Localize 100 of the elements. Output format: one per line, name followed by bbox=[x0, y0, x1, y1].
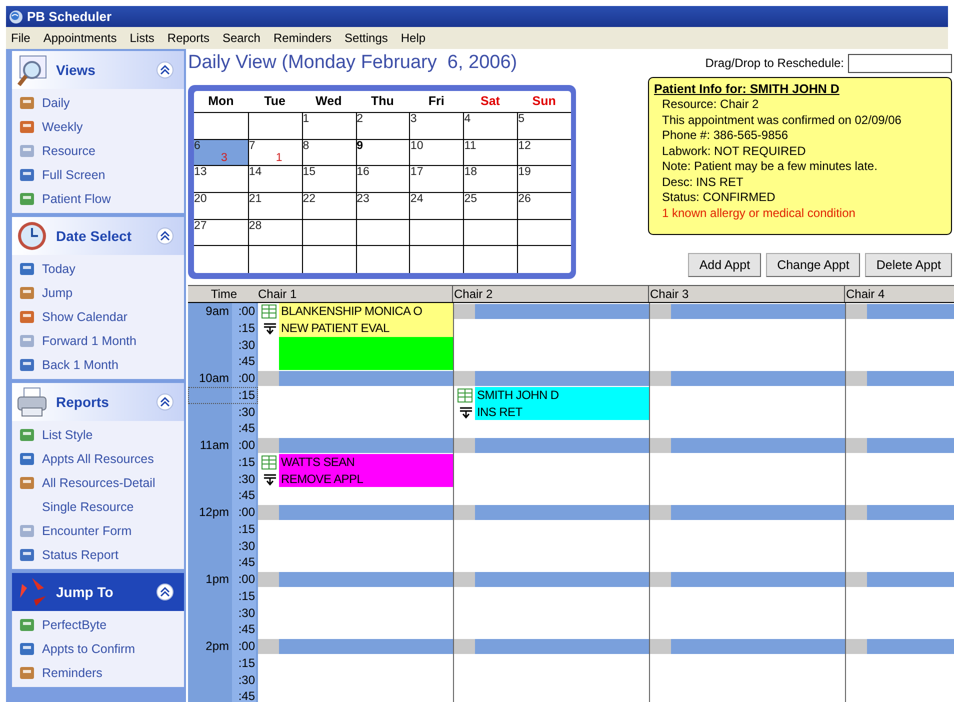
sidebar-item[interactable]: Show Calendar bbox=[42, 308, 128, 326]
calendar-day[interactable]: 11 bbox=[463, 140, 518, 166]
sidebar-item[interactable]: Today bbox=[42, 260, 76, 278]
time-slot[interactable]: :30 bbox=[188, 672, 258, 688]
time-slot[interactable]: 2pm :00 bbox=[188, 638, 258, 655]
calendar-day[interactable]: 5 bbox=[517, 113, 571, 140]
sidebar-item[interactable]: PerfectByte bbox=[42, 616, 107, 634]
calendar-day[interactable]: 9 bbox=[356, 140, 410, 166]
menu-item[interactable]: Reminders bbox=[273, 29, 332, 47]
time-slot[interactable]: :45 bbox=[188, 420, 258, 437]
sidebar-item[interactable]: All Resources-Detail bbox=[42, 474, 156, 492]
sidebar-item[interactable]: Appts to Confirm bbox=[42, 640, 136, 658]
sidebar-item[interactable]: Encounter Form bbox=[42, 522, 132, 540]
sidebar-item[interactable]: Forward 1 Month bbox=[42, 332, 136, 350]
calendar-day[interactable]: 27 bbox=[194, 220, 248, 246]
calendar-day[interactable] bbox=[409, 220, 464, 246]
calendar-day[interactable]: 13 bbox=[194, 166, 248, 193]
calendar-day[interactable]: 6 3 bbox=[194, 140, 248, 166]
time-slot[interactable]: :15 bbox=[188, 320, 258, 336]
sidebar-item[interactable]: Single Resource bbox=[42, 498, 134, 516]
sidebar-item[interactable]: Back 1 Month bbox=[42, 356, 118, 374]
calendar-day[interactable] bbox=[463, 220, 518, 246]
time-slot[interactable]: 1pm :00 bbox=[188, 571, 258, 588]
calendar-day[interactable] bbox=[356, 220, 410, 246]
calendar-day[interactable]: 14 bbox=[248, 166, 302, 193]
day-number: 7 bbox=[248, 140, 256, 153]
menu-item[interactable]: Appointments bbox=[43, 29, 117, 47]
calendar-day[interactable] bbox=[356, 246, 410, 273]
slot-gutter bbox=[650, 505, 671, 520]
section-header[interactable]: Jump To bbox=[12, 573, 184, 611]
time-slot[interactable]: 12pm :00 bbox=[188, 504, 258, 521]
sidebar-item[interactable]: Weekly bbox=[42, 118, 83, 136]
time-slot[interactable]: 9am :00 bbox=[188, 303, 258, 320]
time-slot[interactable]: :30 bbox=[188, 470, 258, 488]
time-slot[interactable]: :30 bbox=[188, 404, 258, 420]
calendar-day[interactable]: 23 bbox=[356, 192, 410, 220]
calendar-day[interactable] bbox=[517, 220, 571, 246]
sidebar-item[interactable]: Full Screen bbox=[42, 166, 106, 184]
calendar-day[interactable] bbox=[302, 220, 356, 246]
toolbar-button[interactable]: Delete Appt bbox=[865, 253, 952, 277]
time-slot[interactable]: 10am :00 bbox=[188, 370, 258, 387]
time-slot[interactable]: :45 bbox=[188, 621, 258, 638]
toolbar-button[interactable]: Add Appt bbox=[688, 253, 762, 277]
menu-item[interactable]: File bbox=[11, 29, 30, 47]
sidebar-item[interactable]: Jump bbox=[42, 284, 73, 302]
calendar-day[interactable]: 1 bbox=[302, 113, 356, 140]
toolbar-button[interactable]: Change Appt bbox=[766, 253, 860, 277]
time-slot[interactable]: :45 bbox=[188, 688, 258, 702]
time-slot[interactable]: :15 bbox=[188, 386, 258, 404]
minute-label: :00 bbox=[232, 504, 256, 521]
slot-gutter bbox=[454, 304, 475, 319]
menu-item[interactable]: Lists bbox=[130, 29, 154, 47]
info-line: Status: CONFIRMED bbox=[661, 190, 776, 206]
menu-item[interactable]: Settings bbox=[344, 29, 388, 47]
drop-field[interactable] bbox=[848, 54, 952, 72]
section-header[interactable]: Views bbox=[12, 51, 184, 89]
calendar-day[interactable]: 21 bbox=[248, 192, 302, 220]
time-slot[interactable]: :15 bbox=[188, 654, 258, 672]
time-slot[interactable]: :30 bbox=[188, 336, 258, 354]
calendar-day[interactable]: 7 1 bbox=[248, 140, 302, 166]
sidebar-item[interactable]: Status Report bbox=[42, 546, 118, 564]
section-header[interactable]: Date Select bbox=[12, 217, 184, 255]
time-slot[interactable]: :45 bbox=[188, 353, 258, 370]
calendar-day[interactable]: 4 bbox=[463, 113, 518, 140]
time-slot[interactable]: :15 bbox=[188, 588, 258, 604]
sidebar-item[interactable]: Reminders bbox=[42, 664, 102, 682]
calendar-day[interactable]: 24 bbox=[409, 192, 464, 220]
time-slot[interactable]: :45 bbox=[188, 487, 258, 504]
menu-item[interactable]: Reports bbox=[167, 29, 210, 47]
calendar-day[interactable]: 2 bbox=[356, 113, 410, 140]
time-slot[interactable]: :45 bbox=[188, 554, 258, 571]
calendar-day[interactable]: 22 bbox=[302, 192, 356, 220]
calendar-day[interactable] bbox=[248, 113, 302, 140]
menu-item[interactable]: Help bbox=[400, 29, 426, 47]
sidebar-item[interactable]: Daily bbox=[42, 94, 70, 112]
sidebar-item[interactable]: Appts All Resources bbox=[42, 450, 154, 468]
calendar-day[interactable]: 26 bbox=[517, 192, 571, 220]
sidebar-item[interactable]: Patient Flow bbox=[42, 190, 111, 208]
calendar-day[interactable]: 15 bbox=[302, 166, 356, 193]
time-slot[interactable]: 11am :00 bbox=[188, 437, 258, 454]
calendar-day[interactable]: 3 bbox=[409, 113, 464, 140]
calendar-day[interactable]: 25 bbox=[463, 192, 518, 220]
calendar-day[interactable]: 10 bbox=[409, 140, 464, 166]
calendar-day[interactable]: 12 bbox=[517, 140, 571, 166]
calendar-day[interactable]: 18 bbox=[463, 166, 518, 193]
time-slot[interactable]: :30 bbox=[188, 604, 258, 622]
calendar-day[interactable]: 17 bbox=[409, 166, 464, 193]
calendar-day[interactable]: 8 bbox=[302, 140, 356, 166]
time-slot[interactable]: :15 bbox=[188, 454, 258, 470]
menu-item[interactable]: Search bbox=[222, 29, 260, 47]
time-slot[interactable]: :30 bbox=[188, 538, 258, 554]
sidebar-item[interactable]: List Style bbox=[42, 426, 93, 444]
calendar-day[interactable]: 20 bbox=[194, 192, 248, 220]
calendar-day[interactable]: 16 bbox=[356, 166, 410, 193]
section-header[interactable]: Reports bbox=[12, 383, 184, 421]
calendar-day[interactable]: 28 bbox=[248, 220, 302, 246]
sidebar-item[interactable]: Resource bbox=[42, 142, 96, 160]
time-slot[interactable]: :15 bbox=[188, 520, 258, 538]
calendar-day[interactable] bbox=[409, 246, 464, 273]
calendar-day[interactable]: 19 bbox=[517, 166, 571, 193]
